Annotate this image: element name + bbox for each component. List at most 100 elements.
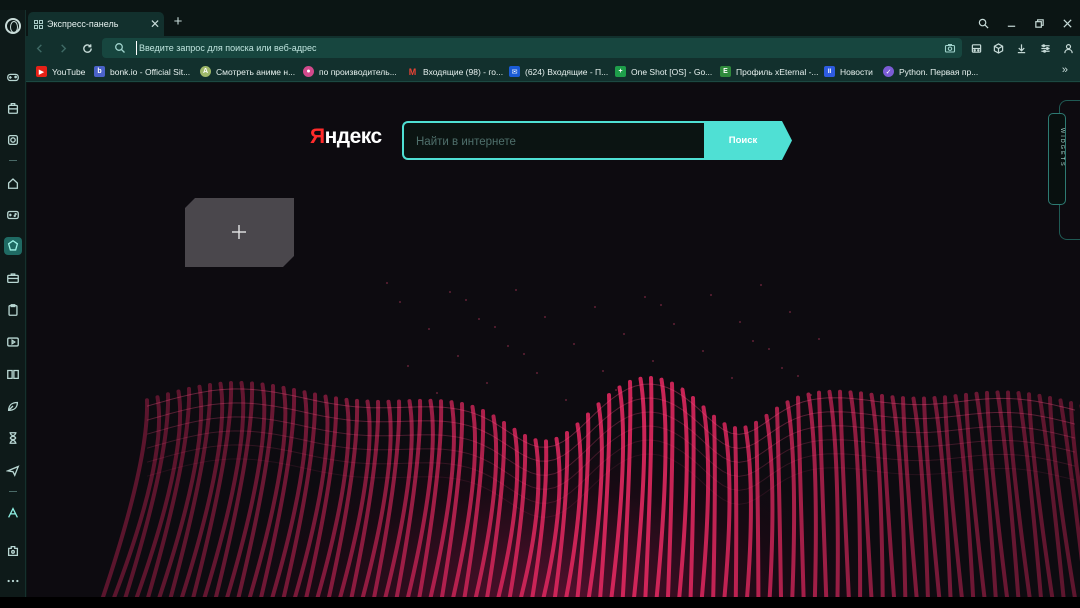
minimize-icon[interactable]	[1002, 14, 1020, 32]
wave-strand	[827, 389, 840, 597]
bookmark-item[interactable]: ▶ YouTube	[36, 65, 85, 78]
profile-icon[interactable]	[1059, 39, 1077, 57]
bookmark-item[interactable]: ✉ (624) Входящие - П...	[509, 65, 608, 78]
cube-icon[interactable]	[989, 39, 1007, 57]
bookmark-label: по производитель...	[319, 66, 397, 77]
home-icon[interactable]	[4, 174, 22, 192]
bookmark-item[interactable]: A Смотреть аниме н...	[200, 65, 295, 78]
wave-strand	[796, 395, 806, 597]
bookmark-item[interactable]: E Профиль xEternal -...	[720, 65, 819, 78]
bookmark-item[interactable]: b bonk.io - Official Sit...	[94, 65, 190, 78]
add-site-tile[interactable]	[185, 198, 294, 267]
youtube-icon: ▶	[36, 66, 47, 77]
yandex-search: Поиск	[402, 121, 792, 160]
bookmarks-overflow-button[interactable]: »	[1062, 64, 1068, 76]
bookmarks-bar: ▶ YouTube b bonk.io - Official Sit... A …	[26, 60, 1080, 82]
bookmark-item[interactable]: ✓ Python. Первая пр...	[883, 65, 978, 78]
particle	[594, 306, 596, 308]
speed-dial-icon[interactable]	[4, 237, 22, 255]
yandex-logo: Яндекс	[310, 125, 382, 148]
reload-icon[interactable]	[78, 39, 96, 57]
particle	[399, 301, 401, 303]
easy-setup-icon[interactable]	[1036, 39, 1054, 57]
tab-express-panel[interactable]: Экспресс-панель ✕	[28, 12, 164, 36]
wave-strand	[688, 395, 696, 597]
sidebar	[0, 10, 26, 598]
address-bar[interactable]	[102, 38, 962, 58]
search-box[interactable]	[402, 121, 706, 160]
particle	[428, 328, 430, 330]
particle	[673, 323, 675, 325]
particle	[818, 338, 820, 340]
gamepad-icon[interactable]	[4, 206, 22, 224]
bookmark-item[interactable]: M Входящие (98) - го...	[407, 65, 503, 78]
new-tab-button[interactable]: +	[170, 14, 186, 30]
wave-strand	[586, 402, 604, 597]
plus-icon	[232, 225, 246, 239]
particle	[702, 350, 704, 352]
forward-icon[interactable]	[54, 39, 72, 57]
clipboard-icon[interactable]	[4, 301, 22, 319]
wave-strand	[806, 392, 818, 597]
particle	[565, 399, 567, 401]
bookmark-item[interactable]: II Новости	[824, 65, 873, 78]
gear-icon[interactable]	[4, 131, 22, 149]
bookmark-item[interactable]: + One Shot [OS] - Go...	[615, 65, 712, 78]
bookmark-item[interactable]: ● по производитель...	[303, 65, 397, 78]
video-player-icon[interactable]	[4, 333, 22, 351]
particle	[710, 294, 712, 296]
search-tabs-icon[interactable]	[974, 14, 992, 32]
particle	[544, 316, 546, 318]
bag-icon[interactable]	[4, 99, 22, 117]
bookmark-label: bonk.io - Official Sit...	[110, 66, 191, 77]
yandex-search-button[interactable]: Поиск	[704, 121, 792, 160]
address-row	[26, 36, 1080, 60]
tab-strip: Экспресс-панель ✕ +	[26, 10, 1080, 36]
snapshot-icon[interactable]	[944, 42, 956, 54]
bookmark-label: (624) Входящие - П...	[525, 66, 609, 77]
particle	[436, 392, 438, 394]
wave-strand	[838, 389, 851, 597]
browser-window: Экспресс-панель ✕ + Введите запрос для п…	[0, 0, 1080, 608]
widgets-label: WIDGETS	[1059, 128, 1065, 168]
close-tab-icon[interactable]: ✕	[148, 17, 162, 31]
leaf-icon[interactable]	[4, 397, 22, 415]
particle	[507, 345, 509, 347]
close-window-icon[interactable]	[1058, 14, 1076, 32]
particle	[731, 377, 733, 379]
wave-strand	[754, 420, 761, 597]
particle	[615, 389, 617, 391]
particle	[602, 370, 604, 372]
grid-icon	[34, 19, 43, 29]
widgets-toggle[interactable]: WIDGETS	[1048, 113, 1066, 205]
briefcase-icon[interactable]	[4, 269, 22, 287]
bookmark-label: Входящие (98) - го...	[423, 66, 504, 77]
vpn-icon[interactable]	[967, 39, 985, 57]
back-icon[interactable]	[30, 39, 48, 57]
yandex-search-input[interactable]	[416, 134, 696, 150]
extensions-icon[interactable]	[4, 542, 22, 560]
particle	[768, 348, 770, 350]
restore-icon[interactable]	[1030, 14, 1048, 32]
pink-site-icon: ●	[303, 66, 314, 77]
particle	[681, 387, 683, 389]
download-icon[interactable]	[1012, 39, 1030, 57]
wave-strand	[743, 425, 753, 597]
anime-site-icon: A	[200, 66, 211, 77]
hourglass-icon[interactable]	[4, 429, 22, 447]
bookmark-label: Новости	[840, 66, 873, 77]
particle	[457, 355, 459, 357]
particle	[760, 284, 762, 286]
wave-strand	[848, 390, 863, 597]
airplane-icon[interactable]	[4, 461, 22, 479]
gx-control-icon[interactable]	[4, 68, 22, 86]
book-icon[interactable]	[4, 365, 22, 383]
aria-icon[interactable]	[4, 504, 22, 522]
more-icon[interactable]	[4, 572, 22, 590]
particle	[789, 311, 791, 313]
wave-strand	[699, 405, 711, 597]
wave-strand	[654, 377, 668, 597]
opera-logo-icon[interactable]	[5, 18, 21, 34]
address-input[interactable]	[136, 41, 926, 55]
wave-wallpaper	[101, 282, 1080, 597]
